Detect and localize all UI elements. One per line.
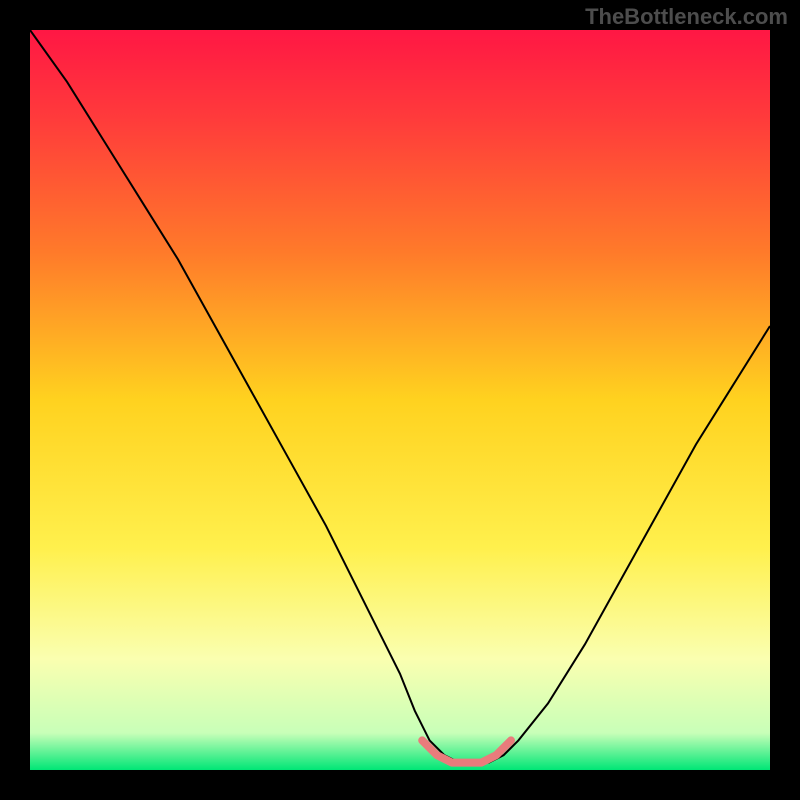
gradient-background: [30, 30, 770, 770]
watermark-text: TheBottleneck.com: [585, 4, 788, 30]
bottleneck-chart: [30, 30, 770, 770]
chart-container: TheBottleneck.com: [0, 0, 800, 800]
